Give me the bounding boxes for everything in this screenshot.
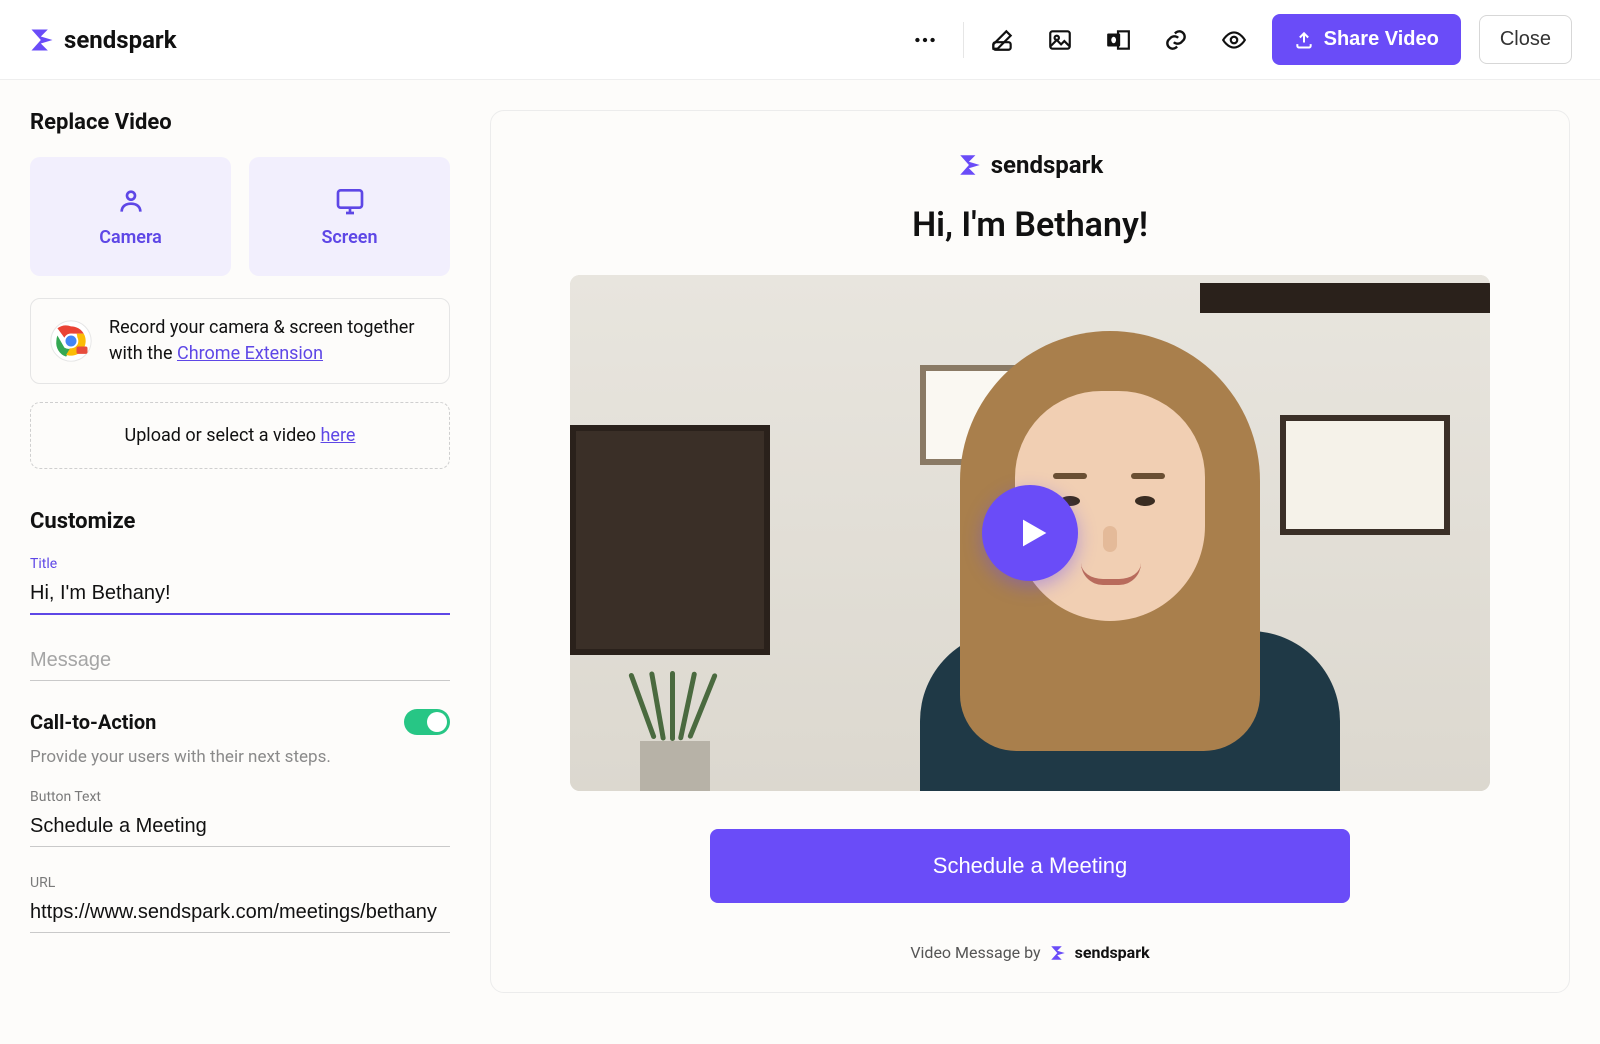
- outlook-icon: [1105, 27, 1131, 53]
- divider: [963, 22, 964, 58]
- upload-icon: [1294, 30, 1314, 50]
- chrome-extension-link[interactable]: Chrome Extension: [177, 343, 323, 364]
- header-actions: Share Video Close: [905, 14, 1572, 65]
- footer-brand: sendspark: [1075, 943, 1150, 962]
- chrome-extension-card[interactable]: Record your camera & screen together wit…: [30, 298, 450, 384]
- sendspark-logo-icon: [1049, 944, 1067, 962]
- preview-logo: sendspark: [957, 151, 1104, 179]
- video-thumbnail[interactable]: [570, 275, 1490, 791]
- link-icon: [1163, 27, 1189, 53]
- record-options: Camera Screen: [30, 157, 450, 276]
- sendspark-logo-icon: [957, 152, 983, 178]
- upload-text-prefix: Upload or select a video: [125, 425, 321, 446]
- editor-sidebar: Replace Video Camera Screen Record you: [30, 110, 450, 993]
- close-button[interactable]: Close: [1479, 15, 1572, 64]
- preview-cta-button[interactable]: Schedule a Meeting: [710, 829, 1350, 903]
- more-menu-button[interactable]: [905, 20, 945, 60]
- more-horizontal-icon: [912, 27, 938, 53]
- chrome-icon: [49, 319, 93, 363]
- record-camera-card[interactable]: Camera: [30, 157, 231, 276]
- logo-text: sendspark: [64, 26, 177, 54]
- logo[interactable]: sendspark: [28, 26, 177, 54]
- preview-footer: Video Message by sendspark: [910, 943, 1149, 962]
- edit-button[interactable]: [982, 20, 1022, 60]
- preview-pane: sendspark Hi, I'm Bethany!: [490, 110, 1570, 993]
- share-button-label: Share Video: [1324, 28, 1439, 51]
- upload-here-link[interactable]: here: [321, 425, 356, 446]
- button-text-label: Button Text: [30, 789, 450, 805]
- preview-logo-text: sendspark: [991, 151, 1104, 179]
- eye-icon: [1221, 27, 1247, 53]
- url-label: URL: [30, 875, 450, 891]
- edit-icon: [989, 27, 1015, 53]
- screen-icon: [334, 185, 366, 217]
- main-layout: Replace Video Camera Screen Record you: [0, 80, 1600, 1023]
- customize-title: Customize: [30, 509, 450, 534]
- image-icon: [1047, 27, 1073, 53]
- outlook-button[interactable]: [1098, 20, 1138, 60]
- url-field: URL: [30, 875, 450, 933]
- cta-title: Call-to-Action: [30, 710, 156, 734]
- cta-hint: Provide your users with their next steps…: [30, 747, 450, 767]
- preview-title: Hi, I'm Bethany!: [912, 205, 1148, 245]
- record-screen-card[interactable]: Screen: [249, 157, 450, 276]
- app-header: sendspark Share Video Close: [0, 0, 1600, 80]
- button-text-input[interactable]: [30, 809, 450, 847]
- title-field: Title: [30, 556, 450, 615]
- upload-video-card[interactable]: Upload or select a video here: [30, 402, 450, 469]
- cta-toggle[interactable]: [404, 709, 450, 735]
- footer-prefix: Video Message by: [910, 943, 1040, 962]
- chrome-extension-text: Record your camera & screen together wit…: [109, 315, 431, 367]
- url-input[interactable]: [30, 895, 450, 933]
- cta-header: Call-to-Action: [30, 709, 450, 735]
- title-input[interactable]: [30, 576, 450, 615]
- camera-person-icon: [115, 185, 147, 217]
- play-button[interactable]: [982, 485, 1078, 581]
- title-label: Title: [30, 556, 450, 572]
- button-text-field: Button Text: [30, 789, 450, 847]
- preview-button[interactable]: [1214, 20, 1254, 60]
- message-field: [30, 643, 450, 681]
- play-icon: [1013, 513, 1053, 553]
- camera-label: Camera: [99, 227, 162, 248]
- thumbnail-button[interactable]: [1040, 20, 1080, 60]
- replace-video-title: Replace Video: [30, 110, 450, 135]
- copy-link-button[interactable]: [1156, 20, 1196, 60]
- message-input[interactable]: [30, 643, 450, 681]
- sendspark-logo-icon: [28, 26, 56, 54]
- screen-label: Screen: [321, 227, 377, 248]
- share-video-button[interactable]: Share Video: [1272, 14, 1461, 65]
